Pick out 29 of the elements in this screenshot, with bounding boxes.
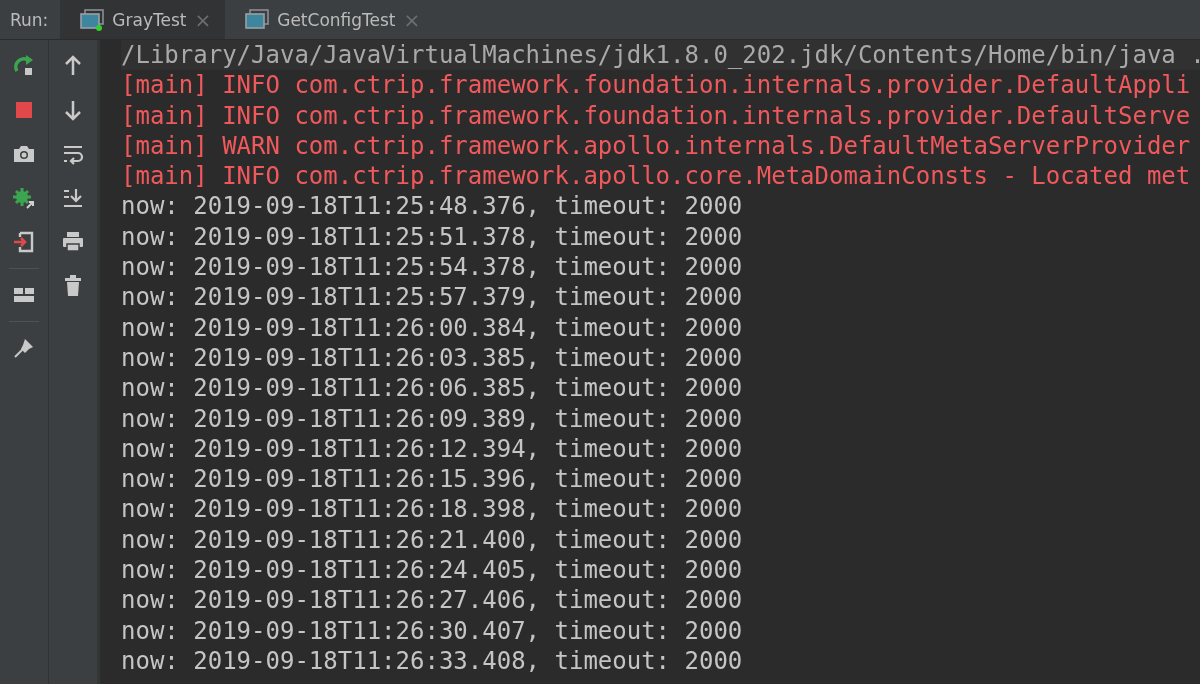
console-line: now: 2019-09-18T11:26:30.407, timeout: 2000: [121, 615, 743, 646]
run-label: Run:: [9, 9, 50, 30]
console-line: now: 2019-09-18T11:26:18.398, timeout: 2000: [121, 494, 743, 525]
console-line: [main] INFO com.ctrip.framework.foundation.internals.provider.DefaultServe: [121, 100, 1191, 131]
console-line: now: 2019-09-18T11:26:27.406, timeout: 2000: [121, 585, 743, 616]
console-line: now: 2019-09-18T11:26:21.400, timeout: 2000: [121, 524, 743, 556]
console-line: now: 2019-09-18T11:26:09.389, timeout: 2000: [121, 403, 743, 434]
console-line: [main] INFO com.ctrip.framework.apollo.core.MetaDomainConsts - Located met: [121, 161, 1191, 192]
exit-icon[interactable]: [12, 230, 36, 254]
console-line: [main] INFO com.ctrip.framework.foundation.internals.provider.DefaultAppli: [121, 70, 1191, 101]
console-line: now: 2019-09-18T11:26:12.394, timeout: 2000: [121, 433, 743, 465]
printer-icon[interactable]: [61, 230, 85, 254]
console-line: now: 2019-09-18T11:26:24.405, timeout: 2000: [121, 555, 743, 586]
console-line: now: 2019-09-18T11:25:57.379, timeout: 2000: [121, 282, 743, 313]
console-line: now: 2019-09-18T11:26:15.396, timeout: 2000: [121, 464, 743, 495]
console-line: now: 2019-09-18T11:26:00.384, timeout: 2000: [121, 312, 743, 343]
window-icon: [245, 8, 270, 31]
console-line: [main] WARN com.ctrip.framework.apollo.internals.DefaultMetaServerProvider: [121, 130, 1191, 162]
console-line: now: 2019-09-18T11:25:51.378, timeout: 2000: [121, 221, 743, 253]
console-line: now: 2019-09-18T11:26:03.385, timeout: 2000: [121, 342, 743, 374]
console-line: now: 2019-09-18T11:26:06.385, timeout: 2000: [121, 373, 743, 404]
run-tab[interactable]: GrayTest ×: [60, 0, 226, 39]
run-tab[interactable]: GetConfigTest ×: [225, 0, 435, 39]
gear-icon[interactable]: [12, 186, 36, 210]
console-line: now: 2019-09-18T11:25:54.378, timeout: 2000: [121, 252, 743, 283]
pin-icon[interactable]: [12, 336, 36, 360]
console-line: now: 2019-09-18T11:26:33.408, timeout: 2000: [121, 645, 743, 677]
scroll-to-end-icon[interactable]: [61, 186, 85, 210]
console-line: now: 2019-09-18T11:25:48.376, timeout: 2000: [121, 191, 743, 222]
